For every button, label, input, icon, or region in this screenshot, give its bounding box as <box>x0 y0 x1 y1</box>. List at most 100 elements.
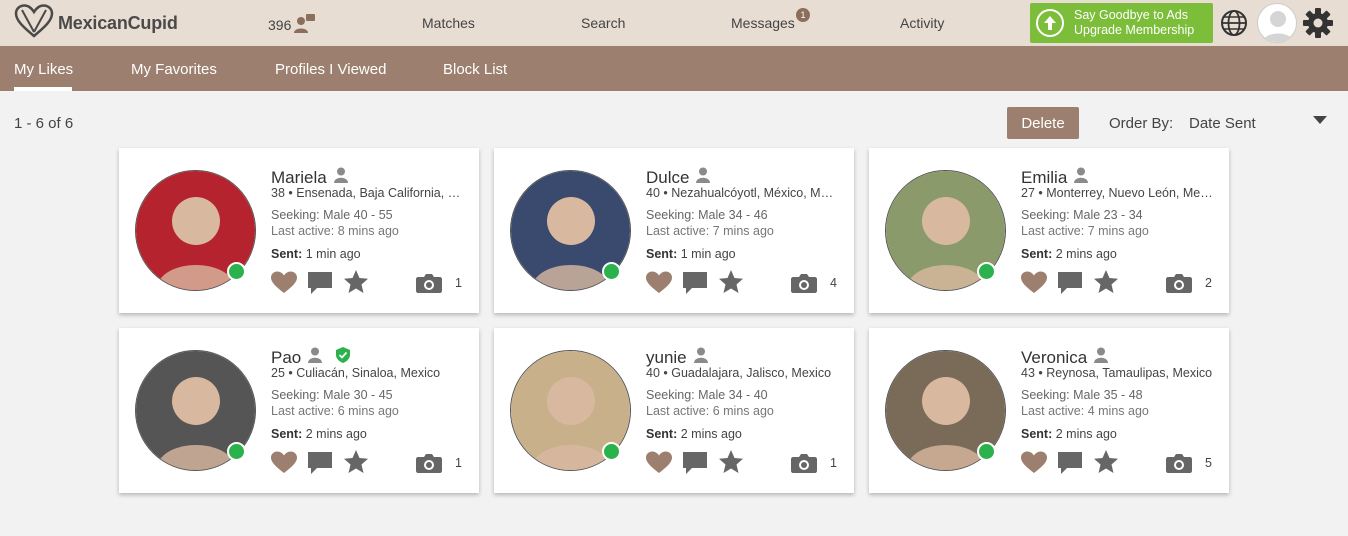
chat-icon[interactable] <box>682 271 708 300</box>
profile-seeking: Seeking: Male 34 - 40 <box>646 388 768 402</box>
name-row: Veronica <box>1021 347 1109 368</box>
profile-sent: Sent: 2 mins ago <box>1021 427 1117 441</box>
globe-icon[interactable] <box>1220 9 1248 42</box>
results-count: 1 - 6 of 6 <box>14 115 74 132</box>
chat-icon[interactable] <box>682 451 708 480</box>
name-row: Dulce <box>646 167 711 188</box>
sent-time: 2 mins ago <box>305 427 367 441</box>
sent-time: 2 mins ago <box>1055 427 1117 441</box>
profile-last-active: Last active: 6 mins ago <box>271 404 399 418</box>
camera-icon[interactable] <box>791 453 817 478</box>
chat-icon[interactable] <box>1057 451 1083 480</box>
name-row: Mariela <box>271 167 348 188</box>
name-row: yunie <box>646 347 708 368</box>
profile-card[interactable]: yunie 40 • Guadalajara, Jalisco, Mexico … <box>494 328 854 493</box>
sent-label: Sent: <box>646 247 678 261</box>
online-status-dot <box>227 442 246 461</box>
photo-count: 5 <box>1205 456 1212 470</box>
chat-icon[interactable] <box>307 271 333 300</box>
camera-icon[interactable] <box>791 273 817 298</box>
heart-icon[interactable] <box>1021 271 1047 299</box>
star-icon[interactable] <box>1093 269 1119 300</box>
upgrade-button[interactable]: Say Goodbye to Ads Upgrade Membership <box>1030 3 1213 43</box>
profile-sent: Sent: 2 mins ago <box>646 427 742 441</box>
user-profile-icon <box>689 167 711 188</box>
user-profile-icon <box>1087 347 1109 368</box>
star-icon[interactable] <box>343 269 369 300</box>
profile-card[interactable]: Veronica 43 • Reynosa, Tamaulipas, Mexic… <box>869 328 1229 493</box>
nav-matches[interactable]: Matches <box>422 15 475 31</box>
tab-my-favorites[interactable]: My Favorites <box>131 61 217 78</box>
profile-name[interactable]: Mariela <box>271 168 327 188</box>
online-status-dot <box>602 262 621 281</box>
user-profile-icon <box>327 167 348 188</box>
profile-sent: Sent: 1 min ago <box>646 247 736 261</box>
top-bar: MexicanCupid 396 Matches Search Messages… <box>0 0 1348 46</box>
nav-search[interactable]: Search <box>581 15 625 31</box>
profile-name[interactable]: Veronica <box>1021 348 1087 368</box>
nav-activity[interactable]: Activity <box>900 15 944 31</box>
heart-icon[interactable] <box>646 271 672 299</box>
photo-count: 4 <box>830 276 837 290</box>
profile-sent: Sent: 2 mins ago <box>271 427 367 441</box>
sent-time: 2 mins ago <box>680 427 742 441</box>
camera-icon[interactable] <box>1166 273 1192 298</box>
tab-my-likes[interactable]: My Likes <box>14 61 73 78</box>
profile-seeking: Seeking: Male 35 - 48 <box>1021 388 1143 402</box>
logo[interactable]: MexicanCupid <box>14 3 178 41</box>
tab-profiles-viewed[interactable]: Profiles I Viewed <box>275 61 386 78</box>
verified-shield-icon <box>329 347 351 368</box>
profile-card[interactable]: Pao 25 • Culiacán, Sinaloa, Mexico Seeki… <box>119 328 479 493</box>
delete-button[interactable]: Delete <box>1007 107 1079 139</box>
star-icon[interactable] <box>718 449 744 480</box>
profile-location: 25 • Culiacán, Sinaloa, Mexico <box>271 366 441 380</box>
photo-count: 1 <box>455 456 462 470</box>
online-status-dot <box>227 262 246 281</box>
profile-card[interactable]: Mariela 38 • Ensenada, Baja California, … <box>119 148 479 313</box>
sent-label: Sent: <box>1021 247 1053 261</box>
online-users[interactable]: 396 <box>268 13 316 36</box>
profile-location: 40 • Nezahualcóyotl, México, Mexico <box>646 186 838 200</box>
user-profile-icon <box>301 347 323 368</box>
avatar[interactable] <box>1257 3 1297 43</box>
camera-icon[interactable] <box>416 453 442 478</box>
star-icon[interactable] <box>718 269 744 300</box>
users-icon <box>291 13 316 36</box>
upgrade-line1: Say Goodbye to Ads <box>1074 8 1188 22</box>
order-by-label: Order By: <box>1109 115 1174 132</box>
heart-icon[interactable] <box>1021 451 1047 479</box>
profile-seeking: Seeking: Male 34 - 46 <box>646 208 768 222</box>
heart-icon[interactable] <box>271 451 297 479</box>
profile-name[interactable]: Emilia <box>1021 168 1067 188</box>
profile-name[interactable]: Dulce <box>646 168 689 188</box>
chevron-down-icon[interactable] <box>1313 116 1327 124</box>
online-status-dot <box>977 442 996 461</box>
upgrade-line2: Upgrade Membership <box>1074 23 1195 37</box>
profile-name[interactable]: yunie <box>646 348 687 368</box>
heart-icon[interactable] <box>271 271 297 299</box>
online-status-dot <box>602 442 621 461</box>
sent-label: Sent: <box>646 427 678 441</box>
tab-block-list[interactable]: Block List <box>443 61 507 78</box>
sent-label: Sent: <box>271 247 303 261</box>
sent-label: Sent: <box>271 427 303 441</box>
profile-name[interactable]: Pao <box>271 348 301 368</box>
profile-seeking: Seeking: Male 30 - 45 <box>271 388 393 402</box>
star-icon[interactable] <box>1093 449 1119 480</box>
profile-card[interactable]: Emilia 27 • Monterrey, Nuevo León, Mexic… <box>869 148 1229 313</box>
chat-icon[interactable] <box>307 451 333 480</box>
nav-messages[interactable]: Messages <box>731 15 795 31</box>
gear-icon[interactable] <box>1302 7 1334 44</box>
camera-icon[interactable] <box>416 273 442 298</box>
star-icon[interactable] <box>343 449 369 480</box>
heart-icon[interactable] <box>646 451 672 479</box>
profile-last-active: Last active: 6 mins ago <box>646 404 774 418</box>
profile-location: 27 • Monterrey, Nuevo León, Mexico <box>1021 186 1213 200</box>
profile-last-active: Last active: 4 mins ago <box>1021 404 1149 418</box>
order-by-select[interactable]: Date Sent <box>1189 115 1256 132</box>
photo-count: 1 <box>830 456 837 470</box>
profile-card[interactable]: Dulce 40 • Nezahualcóyotl, México, Mexic… <box>494 148 854 313</box>
profile-location: 38 • Ensenada, Baja California, Mexico <box>271 186 463 200</box>
chat-icon[interactable] <box>1057 271 1083 300</box>
camera-icon[interactable] <box>1166 453 1192 478</box>
